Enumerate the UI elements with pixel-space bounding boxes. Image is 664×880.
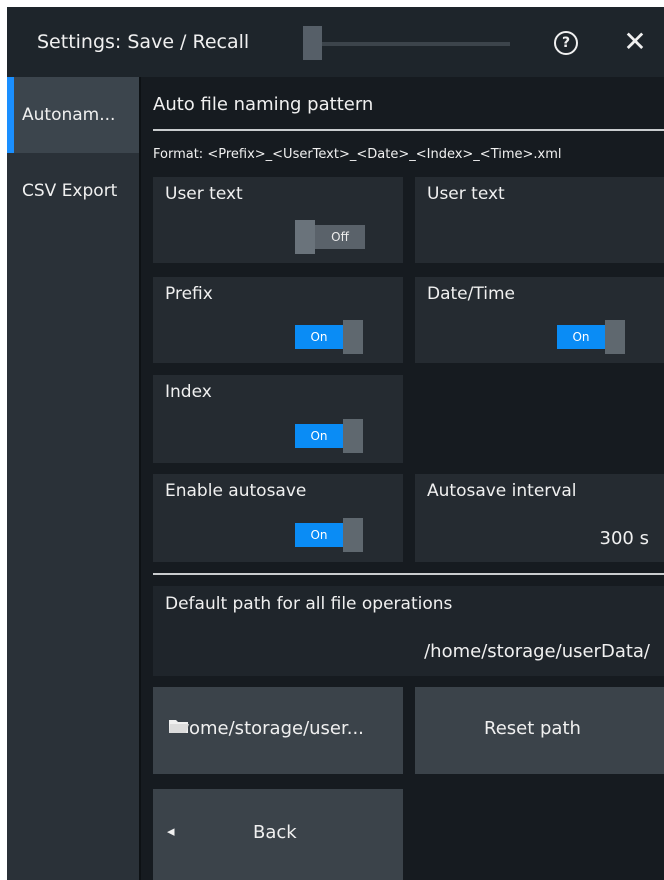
title-bar: Settings: Save / Recall ? ✕ [7,7,664,77]
index-card: Index On [153,375,403,463]
default-path-label: Default path for all file operations [165,594,453,614]
toggle-knob [343,518,363,552]
prefix-label: Prefix [165,284,213,304]
section-divider [153,129,664,131]
user-text-field[interactable]: User text [415,177,664,263]
default-path-field[interactable]: Default path for all file operations /ho… [153,586,664,676]
toggle-knob [295,220,315,254]
side-nav: Autonam... CSV Export [7,77,139,880]
autosave-toggle[interactable]: On [295,518,365,552]
active-tab-indicator [7,77,14,153]
user-text-toggle-state: Off [331,230,349,244]
autosave-interval-label: Autosave interval [427,481,577,501]
index-toggle[interactable]: On [295,419,365,453]
datetime-toggle-state: On [572,330,590,344]
tab-csv-export-label: CSV Export [22,181,118,201]
help-icon[interactable]: ? [554,31,578,55]
format-pattern: Format: <Prefix>_<UserText>_<Date>_<Inde… [153,147,562,162]
index-toggle-state: On [310,429,328,443]
user-text-toggle[interactable]: Off [295,220,365,254]
settings-window: Settings: Save / Recall ? ✕ Autonam... C… [7,7,664,880]
prefix-card: Prefix On [153,277,403,363]
close-icon[interactable]: ✕ [619,25,651,59]
reset-path-label: Reset path [484,718,581,739]
transparency-slider-handle[interactable] [303,26,322,60]
default-path-value: /home/storage/userData/ [424,641,650,662]
toggle-knob [343,320,363,354]
prefix-toggle-state: On [310,330,328,344]
autosave-interval-value: 300 s [599,528,649,549]
datetime-toggle[interactable]: On [557,320,627,354]
toggle-knob [343,419,363,453]
section-title: Auto file naming pattern [153,94,374,115]
tab-autonaming[interactable]: Autonam... [7,77,139,153]
user-text-toggle-card: User text Off [153,177,403,263]
reset-path-button[interactable]: Reset path [415,687,664,774]
browse-path-label: ome/storage/user... [189,718,364,739]
back-label: Back [253,822,297,843]
datetime-label: Date/Time [427,284,515,304]
window-title: Settings: Save / Recall [37,31,250,53]
browse-path-button[interactable]: ome/storage/user... [153,687,403,774]
index-label: Index [165,382,212,402]
back-button[interactable]: ◂ Back [153,789,403,880]
toggle-knob [605,320,625,354]
prefix-toggle[interactable]: On [295,320,365,354]
autosave-interval-field[interactable]: Autosave interval 300 s [415,474,664,562]
autosave-toggle-state: On [310,528,328,542]
nav-divider [139,77,141,880]
datetime-card: Date/Time On [415,277,664,363]
path-divider [153,573,664,575]
tab-autonaming-label: Autonam... [22,105,116,125]
autosave-label: Enable autosave [165,481,307,501]
transparency-slider-track[interactable] [322,42,510,46]
folder-icon [168,717,190,740]
back-arrow-icon: ◂ [167,822,175,840]
user-text-toggle-label: User text [165,184,243,204]
autosave-card: Enable autosave On [153,474,403,562]
user-text-field-label: User text [427,184,505,204]
tab-csv-export[interactable]: CSV Export [7,153,139,229]
